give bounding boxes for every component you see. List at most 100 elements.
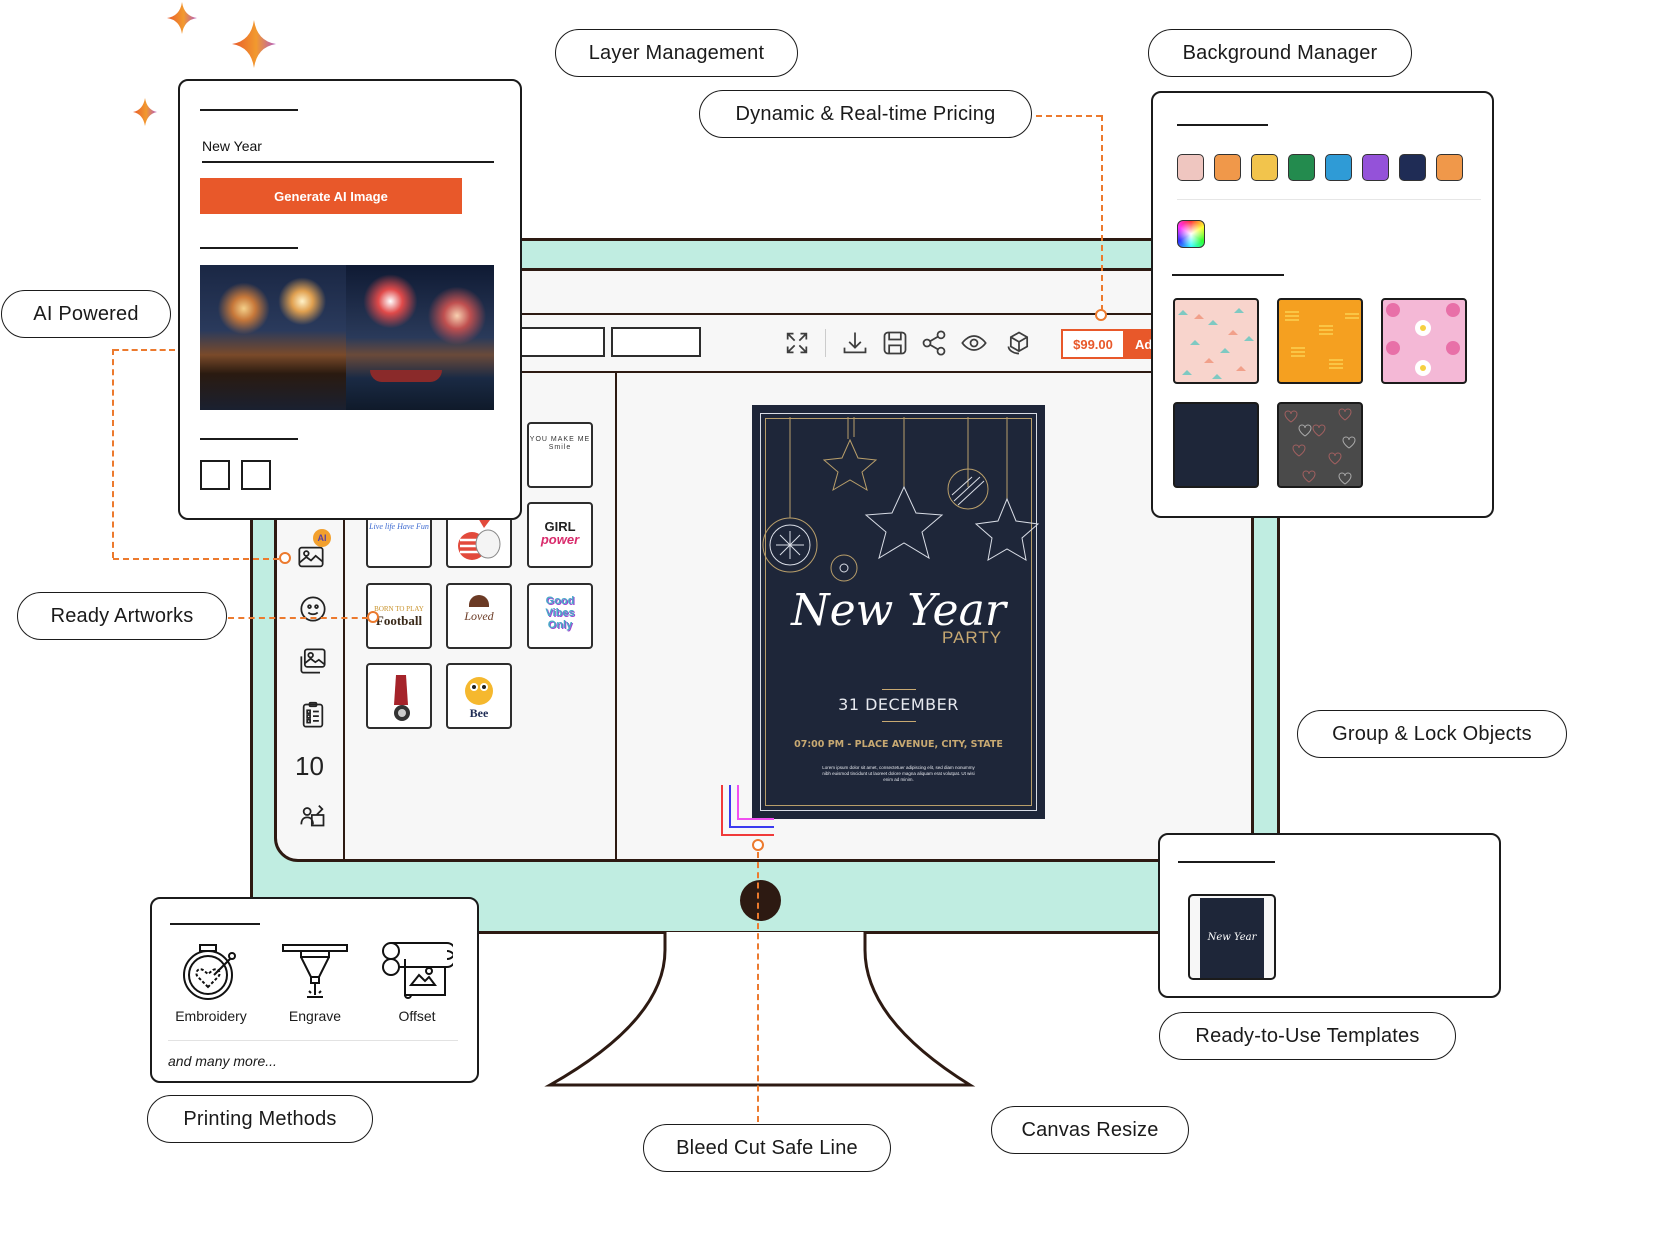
- 3d-view-icon[interactable]: [1005, 329, 1033, 357]
- ai-anchor-dot: [279, 552, 291, 564]
- sidebar-item-ai-image[interactable]: AI: [297, 529, 331, 573]
- callout-ready-templates: Ready-to-Use Templates: [1159, 1012, 1456, 1060]
- section-heading-line: [1172, 274, 1284, 276]
- monitor-stand: [544, 932, 976, 1087]
- poster-details: 07:00 PM - PLACE AVENUE, CITY, STATE: [794, 739, 1003, 750]
- bg-pattern-orange-waves[interactable]: [1277, 298, 1363, 384]
- bg-pattern-navy[interactable]: [1173, 402, 1259, 488]
- ai-image-icon: [298, 546, 324, 568]
- poster-divider: [881, 689, 916, 690]
- templates-panel: New Year: [1158, 833, 1501, 998]
- canvas-height-field[interactable]: [611, 327, 701, 357]
- embroidery-hoop-icon: [183, 944, 236, 1000]
- laser-engrave-icon: [282, 944, 348, 998]
- color-swatch[interactable]: [1214, 154, 1241, 181]
- bee-illustration: Bee: [465, 677, 493, 720]
- scooter-illustration: [394, 675, 410, 721]
- prompt-underline: [202, 161, 494, 163]
- color-swatch[interactable]: [1362, 154, 1389, 181]
- bg-pattern-grey-hearts[interactable]: [1277, 402, 1363, 488]
- printing-method-engrave[interactable]: Engrave: [276, 941, 354, 1024]
- artworks-anchor-dot: [367, 611, 379, 623]
- pricing-anchor-dot: [1095, 309, 1107, 321]
- offset-print-icon: [382, 942, 456, 999]
- color-swatch[interactable]: [1251, 154, 1278, 181]
- callout-layer-management: Layer Management: [555, 29, 798, 77]
- artwork-loved-coffee[interactable]: Loved: [446, 583, 512, 649]
- bleed-anchor-dot: [752, 839, 764, 851]
- checklist-icon[interactable]: [299, 701, 327, 729]
- background-manager-panel: [1151, 91, 1494, 518]
- bg-pattern-pink-hearts[interactable]: [1381, 298, 1467, 384]
- bg-pattern-pink-triangles[interactable]: [1173, 298, 1259, 384]
- custom-color-picker[interactable]: [1177, 220, 1205, 248]
- artwork-good-vibes-only[interactable]: Good Vibes Only: [527, 583, 593, 649]
- callout-ai-powered: AI Powered: [1, 290, 171, 338]
- color-swatch[interactable]: [1436, 154, 1463, 181]
- section-heading-line: [170, 923, 260, 925]
- save-icon[interactable]: [881, 329, 909, 357]
- printing-method-embroidery[interactable]: Embroidery: [172, 941, 250, 1024]
- image-gallery-icon[interactable]: [299, 647, 327, 675]
- callout-ready-artworks: Ready Artworks: [17, 592, 227, 640]
- section-heading-line: [200, 109, 298, 111]
- artwork-girl-power[interactable]: GIRL power: [527, 502, 593, 568]
- section-heading-line: [1177, 124, 1268, 126]
- divider: [168, 1040, 458, 1041]
- option-checkbox-1[interactable]: [200, 460, 230, 490]
- poster-body: Lorem ipsum dolor sit amet, consectetuer…: [822, 765, 975, 782]
- svg-text:Bee: Bee: [470, 706, 489, 720]
- section-heading-line: [200, 247, 298, 249]
- poster-ornaments: [762, 417, 1040, 582]
- bleed-connector: [757, 852, 759, 1122]
- poster-subtitle: PARTY: [942, 628, 1003, 647]
- ai-result-image-2[interactable]: [346, 265, 494, 410]
- poster-date: 31 DECEMBER: [838, 695, 959, 714]
- font-size-indicator[interactable]: 10: [295, 751, 324, 782]
- color-swatch[interactable]: [1177, 154, 1204, 181]
- ai-generator-panel: New Year Generate AI Image: [178, 79, 522, 520]
- divider: [1177, 199, 1481, 200]
- fullscreen-icon[interactable]: [783, 329, 811, 357]
- toolbar-divider: [825, 329, 826, 357]
- ai-connector: [113, 558, 279, 560]
- color-swatch[interactable]: [1399, 154, 1426, 181]
- pricing-connector: [1036, 115, 1102, 117]
- price-display: $99.00: [1061, 329, 1125, 359]
- artwork-edit-icon[interactable]: [299, 801, 327, 829]
- bleed-cut-safe-lines: [721, 785, 774, 836]
- printing-method-offset[interactable]: Offset: [378, 941, 456, 1024]
- color-swatch[interactable]: [1288, 154, 1315, 181]
- download-icon[interactable]: [841, 329, 869, 357]
- section-heading-line: [200, 438, 298, 440]
- preview-icon[interactable]: [960, 329, 988, 357]
- color-swatch[interactable]: [1325, 154, 1352, 181]
- callout-group-lock: Group & Lock Objects: [1297, 710, 1567, 758]
- callout-canvas-resize: Canvas Resize: [991, 1106, 1189, 1154]
- ai-prompt-input[interactable]: New Year: [202, 138, 262, 154]
- share-icon[interactable]: [920, 329, 948, 357]
- ai-result-image-1[interactable]: [200, 265, 346, 410]
- generate-ai-image-button[interactable]: Generate AI Image: [200, 178, 462, 214]
- sparkle-icon: [133, 98, 157, 126]
- design-canvas-poster[interactable]: New Year PARTY 31 DECEMBER 07:00 PM - PL…: [752, 405, 1045, 819]
- ai-connector: [113, 349, 175, 351]
- artwork-you-make-me-smile[interactable]: YOU MAKE ME Smile: [527, 422, 593, 488]
- more-methods-text: and many more...: [168, 1053, 277, 1069]
- monitor-power-button: [740, 880, 781, 921]
- artwork-bee-kind[interactable]: Bee: [446, 663, 512, 729]
- canvas-width-field[interactable]: [517, 327, 605, 357]
- section-heading-line: [1178, 861, 1275, 863]
- option-checkbox-2[interactable]: [241, 460, 271, 490]
- poster-divider: [881, 721, 916, 722]
- template-new-year-party[interactable]: New Year: [1188, 894, 1276, 980]
- coffee-cup-icon: [469, 595, 489, 607]
- artwork-scooter[interactable]: [366, 663, 432, 729]
- sparkle-icon: [232, 20, 276, 68]
- printing-methods-panel: Embroidery Engrave Offset and many more.…: [150, 897, 479, 1083]
- artworks-connector: [228, 617, 368, 619]
- callout-printing-methods: Printing Methods: [147, 1095, 373, 1143]
- ai-connector: [112, 349, 114, 558]
- callout-background-manager: Background Manager: [1148, 29, 1412, 77]
- callout-dynamic-pricing: Dynamic & Real-time Pricing: [699, 90, 1032, 138]
